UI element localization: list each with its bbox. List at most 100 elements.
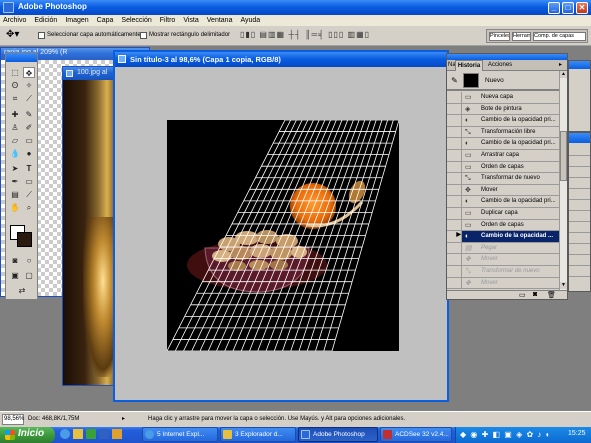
menu-ayuda[interactable]: Ayuda xyxy=(240,17,260,24)
side-palette-bottom-title[interactable] xyxy=(569,133,590,143)
new-document-from-state-icon[interactable]: ▭ xyxy=(519,291,526,299)
history-scrollbar[interactable]: ▲ ▼ xyxy=(559,71,567,290)
jump-to-imageready-icon[interactable]: ⇄ xyxy=(16,285,28,296)
ie-quicklaunch-icon[interactable] xyxy=(60,429,70,439)
type-tool-icon[interactable]: T xyxy=(23,163,35,174)
history-brush-source-checkbox[interactable] xyxy=(447,161,462,173)
task-explorer[interactable]: 3 Explorador d... xyxy=(220,427,296,442)
brush-tool-icon[interactable]: ✎ xyxy=(23,109,35,120)
history-brush-source-checkbox[interactable] xyxy=(447,138,462,150)
active-document-window[interactable]: Sin título-3 al 98,6% (Capa 1 copia, RGB… xyxy=(113,50,449,402)
active-document-title-bar[interactable]: Sin título-3 al 98,6% (Capa 1 copia, RGB… xyxy=(115,52,447,67)
start-button[interactable]: Inicio xyxy=(0,427,55,443)
task-internet-explorer[interactable]: 5 Internet Expl... xyxy=(142,427,218,442)
explorer-quicklaunch-icon[interactable] xyxy=(112,429,122,439)
desktop-quicklaunch-icon[interactable] xyxy=(86,429,96,439)
history-state-item[interactable]: ▭ Orden de capas xyxy=(447,219,567,232)
maximize-button[interactable]: □ xyxy=(562,2,574,14)
dodge-tool-icon[interactable]: ● xyxy=(23,148,35,159)
background-color-swatch[interactable] xyxy=(17,232,32,247)
history-state-item[interactable]: ▭ Duplicar capa xyxy=(447,208,567,220)
well-tab-tools[interactable]: Herramientas xyxy=(512,32,531,41)
align-icons[interactable]: ▯▮▯ ▤▥▦ ┼┤ ║═╡ ▯▯▯ ▥▦▯ xyxy=(240,30,370,39)
history-brush-source-checkbox[interactable] xyxy=(447,208,462,219)
history-state-item[interactable]: ▭ Nueva capa xyxy=(447,92,567,104)
fullscreen-mode-icon[interactable]: ▢ xyxy=(23,270,35,281)
move-tool-preset-icon[interactable]: ✥▾ xyxy=(6,30,19,40)
healing-brush-tool-icon[interactable]: ✚ xyxy=(9,109,21,120)
history-brush-tool-icon[interactable]: ✐ xyxy=(23,122,35,133)
scroll-down-arrow-icon[interactable]: ▼ xyxy=(560,282,567,289)
history-state-item[interactable]: ◐ Cambio de la opacidad pri... xyxy=(447,115,567,127)
shape-tool-icon[interactable]: ▭ xyxy=(23,176,35,187)
close-button[interactable]: ✕ xyxy=(576,2,588,14)
history-snapshot-row[interactable]: ✎ Nuevo xyxy=(447,71,567,91)
crop-tool-icon[interactable]: ⌗ xyxy=(9,93,21,104)
doc-size[interactable]: Doc: 468,8K/1,75M xyxy=(28,416,79,422)
history-brush-source-checkbox[interactable] xyxy=(447,150,462,161)
menu-capa[interactable]: Capa xyxy=(97,17,114,24)
toolbox-title-bar[interactable] xyxy=(6,53,37,62)
history-state-item[interactable]: ✥ Mover xyxy=(447,277,567,290)
history-brush-source-checkbox[interactable] xyxy=(447,219,462,231)
history-brush-source-checkbox[interactable] xyxy=(447,196,462,208)
marquee-tool-icon[interactable]: ⬚ xyxy=(9,67,21,78)
history-state-item[interactable]: ⤡ Transformar de nuevo xyxy=(447,173,567,185)
history-brush-source-checkbox[interactable] xyxy=(447,173,462,185)
scroll-thumb[interactable] xyxy=(560,131,567,181)
history-state-item[interactable]: ◐ Cambio de la opacidad pri... xyxy=(447,196,567,208)
history-state-item[interactable]: ◐ Cambio de la opacidad pri... xyxy=(447,138,567,150)
history-brush-source-checkbox[interactable] xyxy=(447,92,462,103)
history-brush-source-checkbox[interactable] xyxy=(447,184,462,196)
tray-icons[interactable]: ◆ ◉ ✚ ◧ ▣ ◈ ✿ ♪ ◐ xyxy=(460,430,551,439)
eraser-tool-icon[interactable]: ▱ xyxy=(9,135,21,146)
task-acdsee[interactable]: ACDSee 32 v2.4... xyxy=(380,427,452,442)
menu-imagen[interactable]: Imagen xyxy=(65,17,88,24)
show-bounds-checkbox[interactable] xyxy=(140,32,147,39)
history-state-item[interactable]: ▶ ◐ Cambio de la opacidad ... xyxy=(447,231,567,243)
well-tab-brushes[interactable]: Pinceles xyxy=(489,32,510,41)
menu-seleccion[interactable]: Selección xyxy=(121,17,151,24)
history-brush-source-checkbox[interactable] xyxy=(447,115,462,127)
pen-tool-icon[interactable]: ✒ xyxy=(9,176,21,187)
new-snapshot-icon[interactable]: ◙ xyxy=(533,291,537,298)
history-brush-source-icon[interactable]: ✎ xyxy=(449,75,460,86)
tab-acciones[interactable]: Acciones xyxy=(485,61,515,70)
history-state-item[interactable]: ◈ Bote de pintura xyxy=(447,103,567,116)
trash-icon[interactable]: 🗑 xyxy=(547,291,556,299)
task-photoshop[interactable]: Adobe Photoshop xyxy=(298,427,378,442)
history-state-item[interactable]: ✥ Mover xyxy=(447,184,567,197)
minimize-button[interactable]: _ xyxy=(548,2,560,14)
screen-mode-icon[interactable]: ▣ xyxy=(9,270,21,281)
auto-select-checkbox[interactable] xyxy=(38,32,45,39)
menu-vista[interactable]: Vista xyxy=(183,17,198,24)
move-tool-icon[interactable]: ✥ xyxy=(23,67,35,78)
menu-ventana[interactable]: Ventana xyxy=(207,17,233,24)
eyedropper-tool-icon[interactable]: ⟋ xyxy=(23,189,35,200)
history-state-item[interactable]: ▭ Orden de capas xyxy=(447,161,567,174)
menu-filtro[interactable]: Filtro xyxy=(160,17,176,24)
scroll-up-arrow-icon[interactable]: ▲ xyxy=(560,71,567,78)
notes-tool-icon[interactable]: ▤ xyxy=(9,189,21,200)
history-state-item[interactable]: ▭ Arrastrar capa xyxy=(447,150,567,162)
lasso-tool-icon[interactable]: ʘ xyxy=(9,80,21,91)
history-brush-source-checkbox[interactable] xyxy=(447,254,462,266)
menu-edicion[interactable]: Edición xyxy=(34,17,57,24)
zoom-tool-icon[interactable]: ⌕ xyxy=(23,202,35,213)
well-tab-layer-comps[interactable]: Comp. de capas xyxy=(533,32,586,41)
status-arrow-icon[interactable]: ▸ xyxy=(122,415,125,422)
outlook-quicklaunch-icon[interactable] xyxy=(73,429,83,439)
media-quicklaunch-icon[interactable] xyxy=(99,429,109,439)
history-brush-source-checkbox[interactable]: ▶ xyxy=(447,231,462,243)
gradient-tool-icon[interactable]: ▭ xyxy=(23,135,35,146)
image-canvas[interactable] xyxy=(167,120,399,351)
menu-archivo[interactable]: Archivo xyxy=(3,17,26,24)
history-brush-source-checkbox[interactable] xyxy=(447,242,462,254)
slice-tool-icon[interactable]: ⟋ xyxy=(23,93,35,104)
standard-mode-icon[interactable]: ○ xyxy=(23,255,35,266)
path-selection-tool-icon[interactable]: ➤ xyxy=(9,163,21,174)
history-state-item[interactable]: ⤡ Transformación libre xyxy=(447,126,567,139)
history-brush-source-checkbox[interactable] xyxy=(447,266,462,277)
clone-stamp-tool-icon[interactable]: ♙ xyxy=(9,122,21,133)
history-state-item[interactable]: ✥ Mover xyxy=(447,254,567,266)
